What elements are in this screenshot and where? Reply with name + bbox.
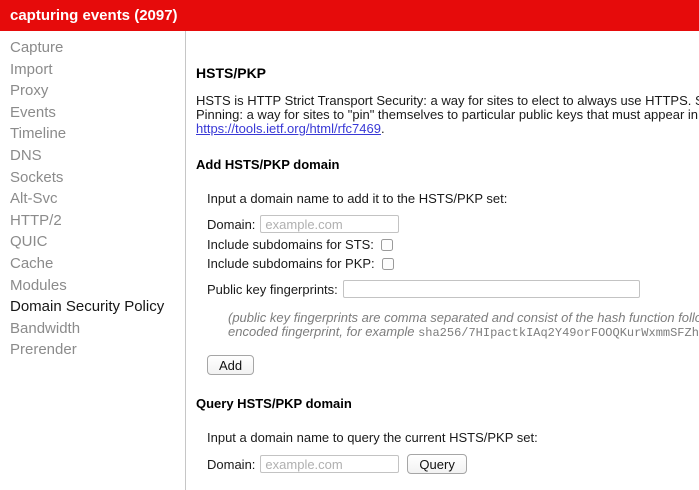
fingerprints-note: (public key fingerprints are comma separ… — [228, 310, 699, 341]
sidebar-item-events[interactable]: Events — [0, 102, 185, 124]
fingerprints-note-line-2: encoded fingerprint, for example sha256/… — [228, 325, 699, 341]
sidebar-item-alt-svc[interactable]: Alt-Svc — [0, 188, 185, 210]
sidebar-item-http2[interactable]: HTTP/2 — [0, 210, 185, 232]
fingerprints-note-line-1: (public key fingerprints are comma separ… — [228, 310, 699, 325]
page-layout: Capture Import Proxy Events Timeline DNS… — [0, 31, 699, 490]
fingerprints-label: Public key fingerprints: — [207, 281, 338, 297]
sidebar-item-modules[interactable]: Modules — [0, 275, 185, 297]
query-button[interactable]: Query — [407, 454, 467, 474]
query-domain-row: Domain: Query — [207, 454, 699, 474]
add-domain-input[interactable] — [260, 215, 400, 233]
fingerprint-example-code: sha256/7HIpactkIAq2Y49orFOOQKurWxmmSFZhB… — [418, 326, 699, 340]
sidebar-item-sockets[interactable]: Sockets — [0, 167, 185, 189]
capture-status-text: capturing events (2097) — [10, 7, 178, 24]
sidebar-item-bandwidth[interactable]: Bandwidth — [0, 318, 185, 340]
sidebar-item-cache[interactable]: Cache — [0, 253, 185, 275]
pkp-subdomains-checkbox[interactable] — [381, 257, 394, 270]
fingerprints-row: Public key fingerprints: — [207, 280, 699, 298]
add-section-heading: Add HSTS/PKP domain — [196, 157, 340, 172]
content-panel: HSTS/PKP HSTS is HTTP Strict Transport S… — [186, 31, 699, 490]
add-button[interactable]: Add — [207, 355, 255, 375]
query-section-heading: Query HSTS/PKP domain — [196, 396, 352, 411]
query-domain-input[interactable] — [260, 455, 400, 473]
sidebar-item-capture[interactable]: Capture — [0, 37, 185, 59]
sts-subdomains-label: Include subdomains for STS: — [207, 237, 374, 252]
add-section: Input a domain name to add it to the HST… — [207, 191, 699, 375]
fingerprints-input[interactable] — [342, 280, 640, 298]
intro-line-1: HSTS is HTTP Strict Transport Security: … — [196, 93, 699, 108]
add-domain-row: Domain: — [207, 215, 699, 233]
capture-status-bar: capturing events (2097) — [0, 0, 699, 31]
intro-paragraph: HSTS is HTTP Strict Transport Security: … — [196, 94, 699, 136]
pkp-subdomains-row: Include subdomains for PKP: — [207, 256, 699, 271]
query-domain-label: Domain: — [207, 456, 256, 472]
sidebar-item-timeline[interactable]: Timeline — [0, 123, 185, 145]
query-instruction: Input a domain name to query the current… — [207, 430, 538, 445]
intro-line-3: https://tools.ietf.org/html/rfc7469. — [196, 121, 385, 136]
rfc7469-link[interactable]: https://tools.ietf.org/html/rfc7469 — [196, 121, 381, 136]
sidebar-item-quic[interactable]: QUIC — [0, 231, 185, 253]
add-instruction: Input a domain name to add it to the HST… — [207, 191, 508, 206]
sidebar-item-import[interactable]: Import — [0, 59, 185, 81]
sts-subdomains-checkbox[interactable] — [380, 238, 393, 251]
add-domain-label: Domain: — [207, 216, 256, 232]
pkp-subdomains-label: Include subdomains for PKP: — [207, 256, 375, 271]
sidebar-item-prerender[interactable]: Prerender — [0, 339, 185, 361]
sts-subdomains-row: Include subdomains for STS: — [207, 237, 699, 252]
sidebar-item-proxy[interactable]: Proxy — [0, 80, 185, 102]
sidebar-item-dns[interactable]: DNS — [0, 145, 185, 167]
intro-line-2: Pinning: a way for sites to "pin" themse… — [196, 107, 699, 122]
sidebar-list: Capture Import Proxy Events Timeline DNS… — [0, 37, 185, 361]
page-title: HSTS/PKP — [196, 65, 267, 81]
sidebar-item-domain-security-policy[interactable]: Domain Security Policy — [0, 296, 185, 318]
query-section: Input a domain name to query the current… — [207, 430, 699, 474]
nav-sidebar: Capture Import Proxy Events Timeline DNS… — [0, 31, 186, 490]
